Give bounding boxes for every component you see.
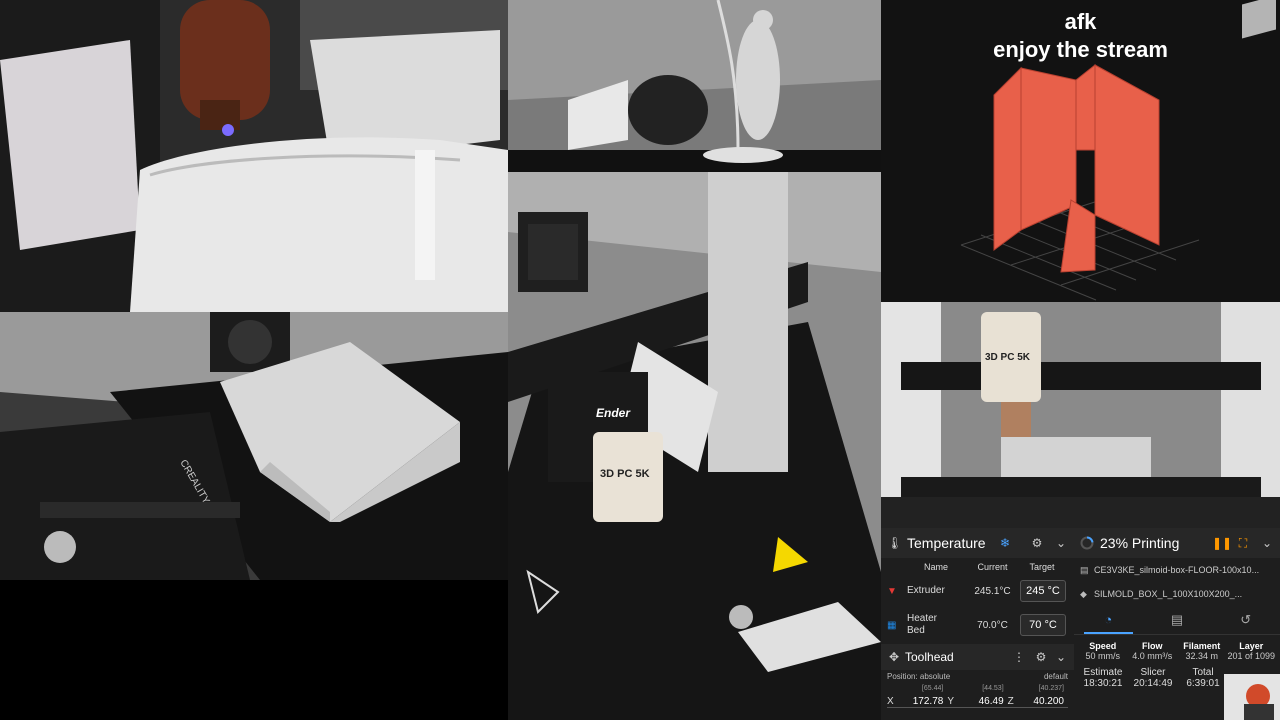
stream-message-line2: enjoy the stream [993, 37, 1168, 62]
chevron-down-icon[interactable]: ⌄ [1054, 536, 1068, 550]
print-stats: Speed Flow Filament Layer 50 mm/s 4.0 mm… [1074, 635, 1280, 661]
position-fields: X 172.78 [65.44] Y 46.49 [44.53] Z 40.20… [881, 683, 1074, 710]
toolhead-header: ✥ Toolhead ⋮ ⚙ ⌄ [881, 644, 1074, 670]
extruder-name: Extruder [907, 585, 945, 596]
camera-side-view: CREALITY [0, 312, 508, 580]
print-chevron-icon[interactable]: ⌄ [1260, 536, 1274, 550]
camera-nozzle-closeup [0, 0, 508, 312]
x-position-field[interactable]: X 172.78 [65.44] [887, 685, 948, 708]
history-icon: ↺ [1240, 612, 1252, 627]
move-icon: ✥ [888, 650, 900, 664]
z-position-field[interactable]: Z 40.200 [40.237] [1007, 685, 1068, 708]
toolhead-chevron-icon[interactable]: ⌄ [1054, 650, 1068, 664]
layer-value: 201 of 1099 [1227, 651, 1276, 661]
temperature-panel: 🌡 Temperature ❄ ⚙ ⌄ Name Current Target … [881, 528, 1074, 720]
print-times: Estimate Slicer Total 18:30:21 20:14:49 … [1074, 661, 1232, 689]
tab-status[interactable]: ◔ [1074, 606, 1143, 634]
toolhead-title: Toolhead [905, 650, 954, 664]
col-name: Name [923, 562, 948, 572]
bed-current: 70.0°C [977, 619, 1008, 631]
col-current: Current [977, 562, 1008, 572]
camera-shelf-view [508, 0, 881, 172]
toolhead-gear-icon[interactable]: ⚙ [1034, 650, 1048, 664]
col-target: Target [1029, 562, 1055, 572]
print-status-header: 23% Printing ❚❚ ⛶ ⌄ [1074, 528, 1280, 558]
webcam-thumbnail[interactable] [1224, 674, 1280, 720]
slicer-value: 20:14:49 [1133, 678, 1173, 689]
file-icon: ▤ [1080, 564, 1089, 575]
empty-camera-slot [0, 580, 508, 720]
current-object-name: SILMOLD_BOX_L_100X100X200_... [1094, 589, 1243, 599]
gcode-viewer-3d[interactable]: afk enjoy the stream [881, 0, 1280, 302]
print-status-panel: 23% Printing ❚❚ ⛶ ⌄ ▤ CE3V3KE_silmoid-bo… [1074, 528, 1280, 720]
speed-label: Speed [1089, 641, 1117, 651]
y-position-field[interactable]: Y 46.49 [44.53] [947, 685, 1008, 708]
camera-front-view: 3D PC 5K [881, 302, 1280, 528]
tab-files[interactable]: ▤ [1143, 606, 1212, 634]
filament-value: 32.34 m [1185, 651, 1219, 661]
document-icon: ▤ [1170, 612, 1184, 627]
filament-label: Filament [1183, 641, 1221, 651]
estimate-value: 18:30:21 [1083, 678, 1123, 689]
total-label: Total [1192, 667, 1214, 678]
toolhead-logo-text: Ender [596, 406, 631, 420]
temperature-title: Temperature [907, 535, 986, 551]
object-row: ◆ SILMOLD_BOX_L_100X100X200_... [1074, 582, 1280, 606]
layer-label: Layer [1239, 641, 1264, 651]
heater-bed-icon: ▦ [887, 619, 897, 631]
bed-target-input[interactable]: 70 °C [1020, 614, 1066, 636]
tab-history[interactable]: ↺ [1211, 606, 1280, 634]
total-value: 6:39:01 [1186, 678, 1220, 689]
flow-value: 4.0 mm³/s [1132, 651, 1173, 661]
progress-ring-icon [1080, 536, 1094, 550]
gear-icon[interactable]: ⚙ [1030, 536, 1044, 550]
print-status-title: 23% Printing [1100, 535, 1180, 551]
current-file-name: CE3V3KE_silmoid-box-FLOOR-100x10... [1094, 565, 1260, 575]
position-mode: Position: absolute [887, 672, 951, 681]
slicer-label: Slicer [1140, 667, 1166, 678]
extruder-icon: ▼ [887, 585, 897, 597]
extruder-target-input[interactable]: 245 °C [1020, 580, 1066, 602]
gauge-icon: ◔ [1104, 612, 1113, 627]
bed-name: Heater Bed [907, 613, 938, 636]
pause-icon[interactable]: ❚❚ [1212, 536, 1232, 550]
stream-message-line1: afk [1064, 9, 1097, 34]
more-vert-icon[interactable]: ⋮ [1012, 650, 1026, 664]
temperature-header: 🌡 Temperature ❄ ⚙ ⌄ [881, 528, 1074, 558]
toolhead-mark-text: 3D PC 5K [600, 468, 650, 480]
front-toolhead-mark: 3D PC 5K [985, 352, 1031, 363]
camera-topdown: Ender 3D PC 5K [508, 172, 881, 720]
toolhead-profile[interactable]: default [1044, 672, 1068, 681]
extruder-current: 245.1°C [974, 585, 1011, 597]
thermometer-icon: 🌡 [887, 536, 903, 550]
print-tabs: ◔ ▤ ↺ [1074, 606, 1280, 635]
object-icon: ◆ [1080, 588, 1087, 599]
estimate-label: Estimate [1083, 667, 1123, 678]
snowflake-icon[interactable]: ❄ [998, 536, 1012, 550]
cancel-print-icon[interactable]: ⛶ [1236, 536, 1250, 551]
speed-value: 50 mm/s [1085, 651, 1120, 661]
extruder-row: ▼ Extruder 245.1°C 245 °C [881, 576, 1074, 606]
current-file-row: ▤ CE3V3KE_silmoid-box-FLOOR-100x10... [1074, 558, 1280, 582]
flow-label: Flow [1142, 641, 1163, 651]
bed-row: ▦ Heater Bed 70.0°C 70 °C [881, 606, 1074, 644]
